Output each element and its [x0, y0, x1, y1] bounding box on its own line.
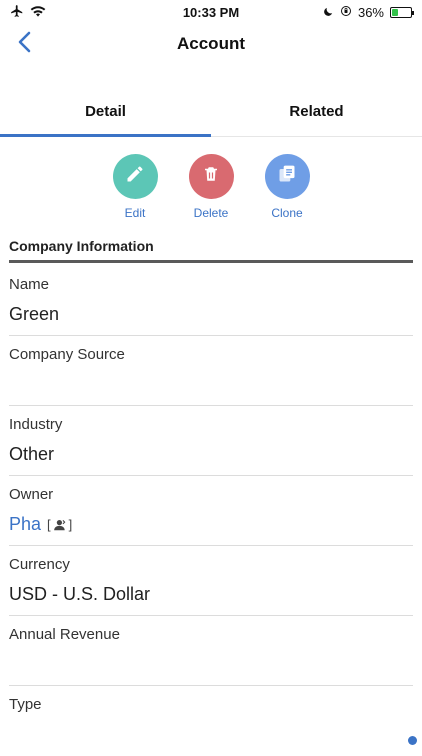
edit-button[interactable]: Edit	[112, 154, 158, 220]
status-bar-right: 36%	[323, 4, 414, 20]
field-owner: Owner Pha [ ]	[9, 476, 413, 546]
back-button[interactable]	[8, 28, 40, 60]
battery-level	[392, 8, 399, 16]
section-header: Company Information	[9, 231, 413, 263]
owner-user-icon[interactable]: [ ]	[47, 517, 72, 532]
status-bar: 10:33 PM 36%	[0, 0, 422, 24]
delete-label: Delete	[193, 206, 229, 220]
field-annual-revenue: Annual Revenue	[9, 616, 413, 686]
clone-button-circle[interactable]	[264, 154, 310, 199]
status-bar-left	[10, 4, 46, 21]
moon-icon	[323, 5, 334, 20]
field-value: Green	[9, 304, 60, 324]
battery-percent: 36%	[357, 4, 384, 20]
tab-detail[interactable]: Detail	[0, 86, 211, 137]
field-type: Type	[9, 686, 413, 756]
edit-button-circle[interactable]	[112, 154, 158, 199]
owner-value: Pha [ ]	[9, 514, 72, 535]
delete-button[interactable]: Delete	[188, 154, 234, 220]
field-label: Industry	[9, 416, 63, 433]
clone-label: Clone	[271, 206, 303, 220]
nav-bar: Account	[0, 26, 422, 62]
page-title: Account	[177, 34, 245, 53]
tab-bar: Detail Related	[0, 86, 422, 137]
bracket-close: ]	[68, 517, 73, 532]
bracket-open: [	[47, 517, 51, 532]
battery-icon	[390, 6, 414, 18]
scroll-indicator[interactable]	[408, 736, 417, 745]
delete-button-circle[interactable]	[188, 154, 234, 199]
clone-button[interactable]: Clone	[264, 154, 310, 220]
orientation-lock-icon	[340, 5, 352, 20]
field-company-source: Company Source	[9, 336, 413, 406]
field-list: Name Green Company Source Industry Other…	[9, 266, 413, 756]
pencil-icon	[125, 164, 145, 189]
owner-link[interactable]: Pha	[9, 514, 41, 535]
airplane-icon	[10, 4, 24, 21]
field-name: Name Green	[9, 266, 413, 336]
field-label: Type	[9, 696, 42, 713]
field-value: Other	[9, 444, 55, 464]
tab-related[interactable]: Related	[211, 86, 422, 136]
trash-icon	[202, 164, 220, 189]
edit-label: Edit	[124, 206, 146, 220]
clone-icon	[277, 164, 297, 189]
action-bar: Edit Delete Clone	[0, 154, 422, 220]
field-currency: Currency USD - U.S. Dollar	[9, 546, 413, 616]
field-industry: Industry Other	[9, 406, 413, 476]
field-label: Company Source	[9, 346, 125, 363]
field-label: Currency	[9, 556, 70, 573]
field-label: Owner	[9, 486, 54, 503]
field-value: USD - U.S. Dollar	[9, 584, 151, 604]
field-label: Name	[9, 276, 50, 293]
chevron-left-icon	[17, 31, 31, 58]
field-label: Annual Revenue	[9, 626, 120, 643]
wifi-icon	[30, 5, 46, 20]
